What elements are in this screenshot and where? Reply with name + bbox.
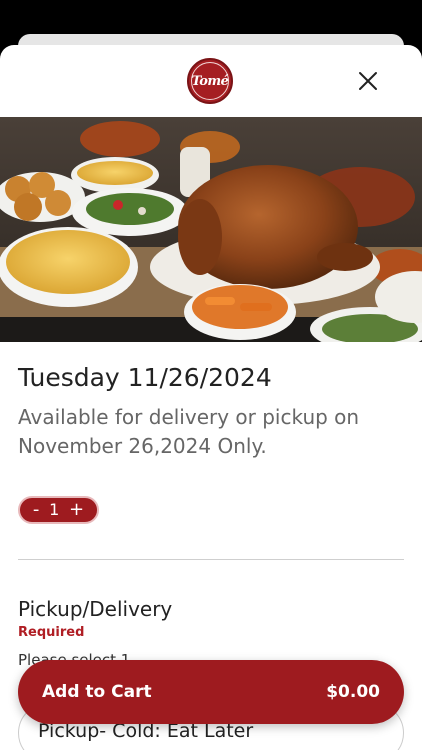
cart-price: $0.00 xyxy=(326,682,380,702)
quantity-stepper: - 1 + xyxy=(18,496,99,524)
brand-logo: Tomé xyxy=(187,58,233,104)
divider xyxy=(18,559,404,560)
hero-image xyxy=(0,117,422,342)
add-to-cart-label: Add to Cart xyxy=(42,682,152,702)
thanksgiving-meal-photo xyxy=(0,117,422,342)
required-label: Required xyxy=(18,625,85,640)
increment-button[interactable]: + xyxy=(69,501,84,519)
quantity-value: 1 xyxy=(49,500,60,519)
sheet-header: Tomé xyxy=(0,45,422,117)
add-to-cart-button[interactable]: Add to Cart $0.00 xyxy=(18,660,404,724)
close-icon[interactable] xyxy=(356,69,380,93)
item-title: Tuesday 11/26/2024 xyxy=(18,363,272,392)
item-detail-sheet: Tomé Tuesday 11/26/2024 Available for de… xyxy=(0,45,422,750)
item-description: Available for delivery or pickup on Nove… xyxy=(18,405,360,458)
logo-text: Tomé xyxy=(191,73,229,89)
decrement-button[interactable]: - xyxy=(33,501,40,519)
option-section-title: Pickup/Delivery xyxy=(18,597,173,621)
